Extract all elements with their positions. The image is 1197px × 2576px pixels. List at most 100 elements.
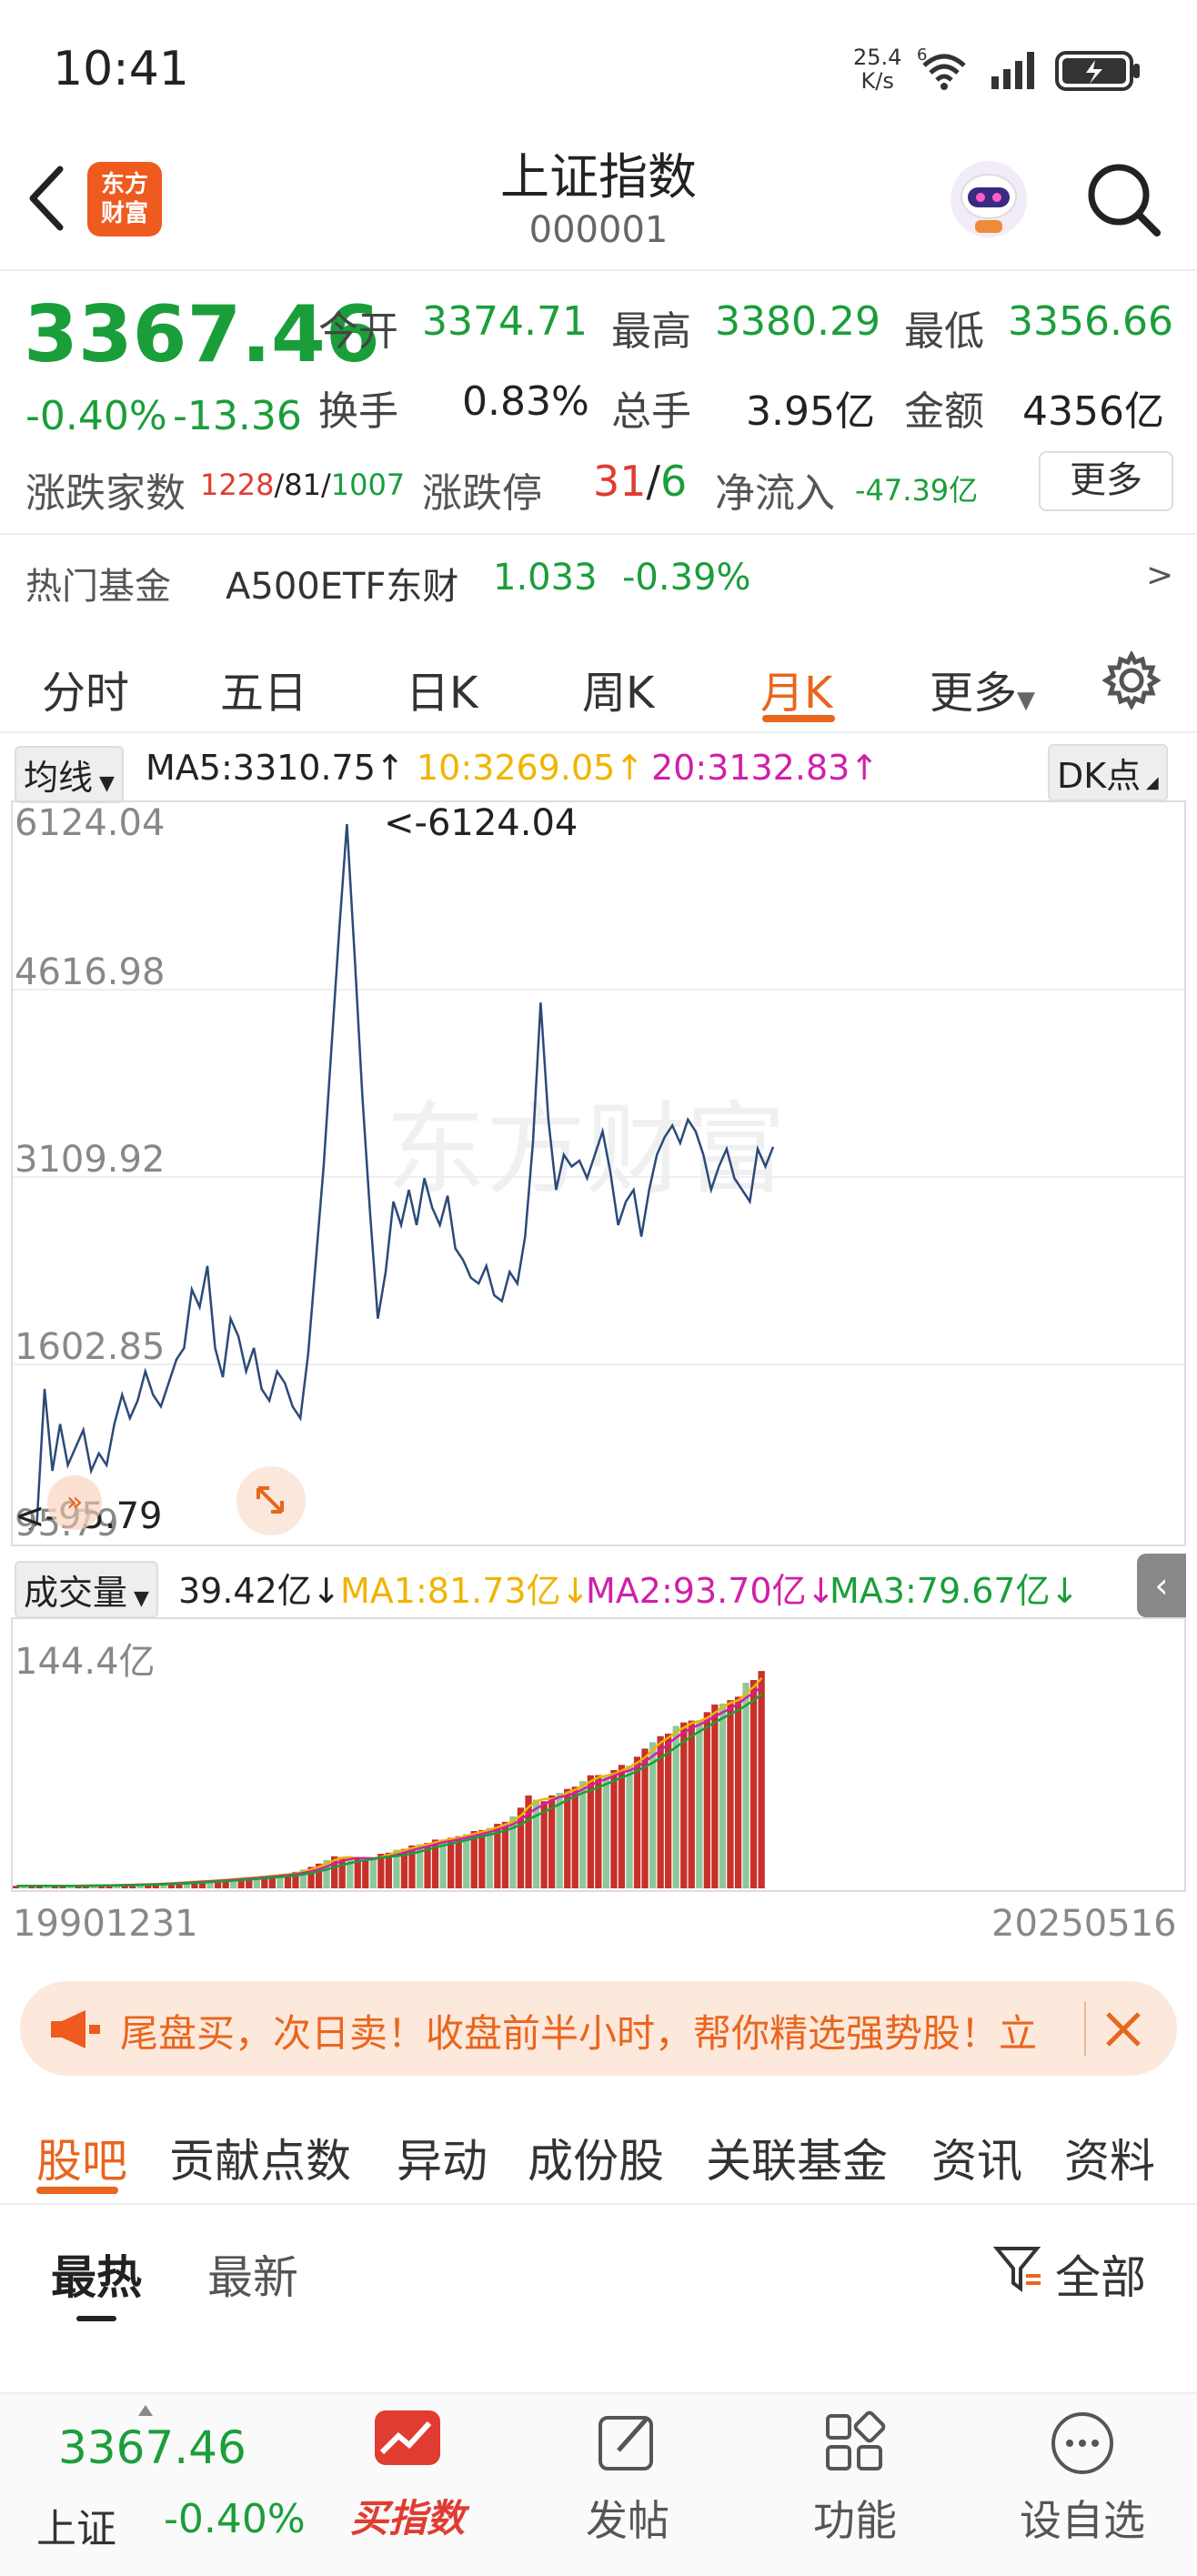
- volume-bar: [478, 1829, 486, 1888]
- tab-intraday[interactable]: 分时: [42, 657, 129, 720]
- volume-bar: [727, 1700, 734, 1888]
- volume-bar: [618, 1765, 626, 1888]
- volume-bar: [579, 1781, 587, 1888]
- tab-profile[interactable]: 资料: [1064, 2125, 1155, 2190]
- low-label: 最低: [904, 308, 984, 355]
- date-end: 20250516: [991, 1903, 1177, 1945]
- filter-icon[interactable]: [993, 2243, 1044, 2294]
- volume-current: 39.42亿↓: [178, 1571, 341, 1611]
- price-chart-area[interactable]: 东方财富 6124.04 4616.98 3109.92 1602.85 95.…: [11, 800, 1186, 1546]
- caret-down-icon: ▼: [127, 1587, 149, 1610]
- hot-fund-change: -0.39%: [622, 557, 751, 599]
- breadth-values: 1228/81/1007: [200, 468, 406, 502]
- ma-selector[interactable]: 均线 ▼: [15, 746, 124, 803]
- volume-bar: [532, 1799, 540, 1888]
- volume-chart-svg: [13, 1671, 765, 1888]
- tab-news[interactable]: 资讯: [931, 2125, 1022, 2190]
- grid-apps-icon: [826, 2410, 886, 2470]
- dk-point-button[interactable]: DK点 ◢: [1048, 744, 1168, 801]
- price-chart-svg: 东方财富: [13, 823, 1184, 1531]
- tab-guba[interactable]: 股吧: [36, 2125, 127, 2190]
- status-time: 10:41: [53, 42, 189, 96]
- volume-bar: [455, 1836, 462, 1888]
- more-button[interactable]: 更多: [1039, 451, 1173, 511]
- breadth-label: 涨跌家数: [25, 470, 186, 517]
- promo-banner[interactable]: 尾盘买，次日卖！收盘前半小时，帮你精选强势股！立: [20, 1981, 1177, 2076]
- nav-index-price[interactable]: 3367.46: [58, 2421, 246, 2474]
- bottom-nav: 3367.46 上证 -0.40% 买指数 发帖 功能 设自选: [0, 2392, 1197, 2576]
- volume-bar: [749, 1680, 758, 1888]
- status-bar: 10:41 25.4 K/s 6: [0, 0, 1197, 136]
- section-tab-indicator: [36, 2187, 118, 2194]
- date-start: 19901231: [13, 1903, 198, 1945]
- volume-bar: [719, 1703, 727, 1888]
- turnover-value: 0.83%: [462, 378, 589, 425]
- tab-more[interactable]: 更多▼: [930, 657, 1035, 720]
- caret-up-icon: [138, 2405, 153, 2416]
- ma20-value: 20:3132.83↑: [651, 748, 880, 788]
- assistant-robot-icon[interactable]: [946, 156, 1031, 242]
- tab-five-day[interactable]: 五日: [220, 657, 307, 720]
- volume-bar: [626, 1766, 633, 1888]
- edit-icon: [598, 2416, 653, 2470]
- close-icon[interactable]: [1102, 2008, 1144, 2050]
- active-tab-indicator: [762, 715, 835, 722]
- volume-bar: [688, 1720, 695, 1888]
- tab-movers[interactable]: 异动: [397, 2125, 488, 2190]
- netflow-value: -47.39亿: [855, 473, 979, 508]
- sort-hottest[interactable]: 最热: [51, 2241, 142, 2307]
- tab-constituents[interactable]: 成份股: [528, 2125, 664, 2190]
- collapse-panel-icon[interactable]: ‹: [1137, 1554, 1186, 1617]
- expand-icon[interactable]: [235, 1464, 307, 1537]
- hands-value: 3.95亿: [746, 388, 875, 435]
- volume-bar: [486, 1827, 493, 1888]
- double-chevron-right-icon[interactable]: »: [47, 1475, 102, 1530]
- hot-fund-arrow: >: [1146, 557, 1174, 594]
- nav-functions[interactable]: 功能: [784, 2409, 926, 2548]
- amount-value: 4356亿: [1022, 388, 1164, 435]
- tab-weekly-k[interactable]: 周K: [582, 657, 654, 720]
- low-value: 3356.66: [1008, 298, 1173, 345]
- volume-bar: [703, 1712, 710, 1888]
- change-value: -13.36: [173, 393, 302, 439]
- volume-bar: [571, 1786, 578, 1888]
- nav-set-watchlist[interactable]: 设自选: [1011, 2409, 1153, 2548]
- wifi-icon: 6: [917, 45, 966, 90]
- battery-icon: [1055, 51, 1140, 91]
- hot-fund-row[interactable]: [0, 533, 1197, 624]
- search-icon[interactable]: [1084, 160, 1162, 238]
- volume-bar: [734, 1696, 742, 1888]
- filter-all[interactable]: 全部: [1055, 2241, 1146, 2307]
- volume-chart-area[interactable]: 144.4亿: [11, 1617, 1186, 1892]
- netflow-label: 净流入: [715, 470, 835, 517]
- volume-bar: [672, 1726, 679, 1888]
- more-dots-icon: [1051, 2412, 1113, 2474]
- volume-selector[interactable]: 成交量 ▼: [15, 1561, 158, 1618]
- volume-bar: [680, 1722, 688, 1888]
- volume-bar: [362, 1859, 369, 1888]
- signal-icon: [991, 52, 1034, 89]
- nav-post[interactable]: 发帖: [557, 2409, 699, 2548]
- section-tabs: 股吧 贡献点数 异动 成份股 关联基金 资讯 资料: [0, 2092, 1197, 2205]
- high-value: 3380.29: [715, 298, 880, 345]
- tab-daily-k[interactable]: 日K: [406, 657, 478, 720]
- feed-preview: [0, 2360, 1197, 2392]
- net-speed: 25.4 K/s: [853, 45, 902, 94]
- volume-ma2: MA2:93.70亿↓: [586, 1571, 836, 1611]
- volume-bar: [354, 1858, 361, 1888]
- tab-contribution[interactable]: 贡献点数: [169, 2125, 351, 2190]
- volume-ma3: MA3:79.67亿↓: [830, 1571, 1080, 1611]
- volume-bar: [742, 1683, 749, 1888]
- hot-fund-label: 热门基金: [25, 566, 171, 608]
- tab-monthly-k[interactable]: 月K: [760, 657, 832, 720]
- tab-related-funds[interactable]: 关联基金: [706, 2125, 888, 2190]
- nav-index-name[interactable]: 上证: [36, 2496, 116, 2554]
- volume-axis-top: 144.4亿: [15, 1641, 156, 1683]
- amount-label: 金额: [904, 388, 984, 435]
- settings-gear-icon[interactable]: [1102, 651, 1161, 709]
- sort-newest[interactable]: 最新: [207, 2241, 298, 2307]
- nav-buy-index[interactable]: 买指数: [337, 2409, 478, 2543]
- volume-bar: [711, 1704, 719, 1888]
- nav-index-change[interactable]: -0.40%: [164, 2496, 306, 2542]
- y-tick-label: 6124.04: [15, 802, 166, 844]
